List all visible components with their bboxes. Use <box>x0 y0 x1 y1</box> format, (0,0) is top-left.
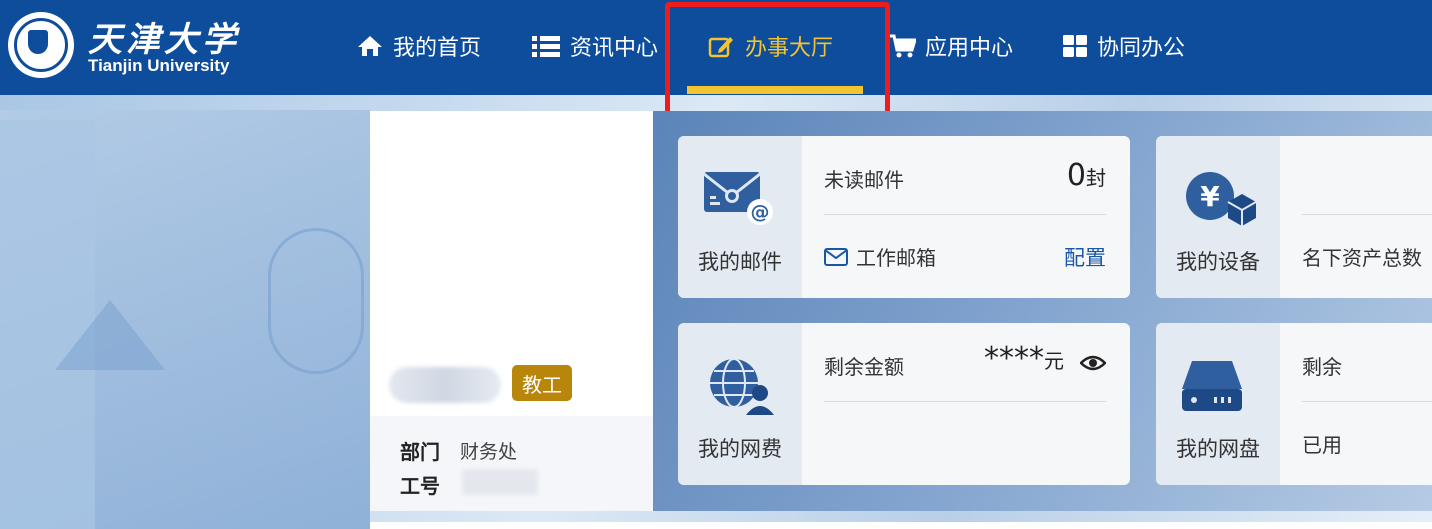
disk-used-label: 已用 <box>1302 433 1342 457</box>
logo-chinese-name: 天津大学 <box>88 20 240 60</box>
nav-collab-office[interactable]: 协同办公 <box>1062 28 1185 64</box>
user-name-redacted <box>389 367 501 403</box>
mail-icon: @ <box>703 172 773 225</box>
mail-card-title: 我的邮件 <box>698 250 782 274</box>
dept-label: 部门 <box>400 440 440 464</box>
cart-icon <box>889 34 916 58</box>
home-icon <box>358 36 382 56</box>
mail-card[interactable]: @ 我的邮件 未读邮件 0封 工作邮箱 配置 <box>678 136 1130 298</box>
asset-total-label: 名下资产总数 <box>1302 246 1422 270</box>
dept-value: 财务处 <box>460 441 518 463</box>
mail-divider <box>824 214 1106 215</box>
mail-config-link[interactable]: 配置 <box>1064 242 1106 272</box>
net-fee-card[interactable]: 我的网费 剩余金额 ****元 <box>678 323 1130 485</box>
work-mailbox-label: 工作邮箱 <box>856 246 936 270</box>
svg-text:¥: ¥ <box>1200 180 1220 213</box>
nav-app-center[interactable]: 应用中心 <box>888 28 1013 64</box>
asset-icon: ¥ <box>1186 172 1256 226</box>
mail-card-side: @ 我的邮件 <box>678 136 802 298</box>
staff-id-label: 工号 <box>400 474 440 498</box>
envelope-icon <box>824 247 848 266</box>
net-fee-card-side: 我的网费 <box>678 323 802 485</box>
profile-card: 教工 部门 财务处 工号 <box>370 111 653 511</box>
university-seal-icon <box>8 12 74 78</box>
svg-text:@: @ <box>751 201 770 223</box>
role-badge: 教工 <box>512 365 572 401</box>
nav-app-center-label: 应用中心 <box>925 36 1014 61</box>
globe-user-icon <box>710 358 774 415</box>
nav-home-label: 我的首页 <box>393 36 482 61</box>
eye-icon[interactable] <box>1080 353 1106 373</box>
profile-info-section: 部门 财务处 工号 <box>370 416 653 511</box>
nav-collab-office-label: 协同办公 <box>1097 36 1186 61</box>
unread-mail-count: 0封 <box>1066 158 1106 193</box>
logo-english-name: Tianjin University <box>88 56 230 75</box>
disk-card-title: 我的网盘 <box>1176 437 1260 461</box>
device-card[interactable]: ¥ 我的设备 名下资产总数 <box>1156 136 1432 298</box>
disk-divider <box>1302 401 1432 402</box>
highlight-annotation-box <box>665 2 890 123</box>
unread-mail-label: 未读邮件 <box>824 168 904 192</box>
disk-card-side: 我的网盘 <box>1156 323 1280 485</box>
device-divider <box>1302 214 1432 215</box>
nav-news[interactable]: 资讯中心 <box>531 28 658 64</box>
net-fee-card-title: 我的网费 <box>698 437 782 461</box>
staff-id-redacted <box>462 469 538 495</box>
list-icon <box>532 36 560 57</box>
bottom-content-edge <box>370 522 1432 529</box>
disk-remaining-label: 剩余 <box>1302 355 1342 379</box>
hard-drive-icon <box>1182 361 1242 411</box>
disk-card[interactable]: 我的网盘 剩余 已用 <box>1156 323 1432 485</box>
device-card-side: ¥ 我的设备 <box>1156 136 1280 298</box>
building-emblem <box>268 228 364 374</box>
nav-home[interactable]: 我的首页 <box>356 28 481 64</box>
balance-value: ****元 <box>984 341 1064 376</box>
work-mailbox-link[interactable]: 工作邮箱 <box>824 242 936 271</box>
grid-icon <box>1063 35 1087 57</box>
university-logo[interactable]: 天津大学 Tianjin University <box>8 12 244 78</box>
nav-news-label: 资讯中心 <box>570 36 659 61</box>
building-roof <box>55 300 165 370</box>
balance-label: 剩余金额 <box>824 355 904 379</box>
net-fee-divider <box>824 401 1106 402</box>
device-card-title: 我的设备 <box>1176 250 1260 274</box>
